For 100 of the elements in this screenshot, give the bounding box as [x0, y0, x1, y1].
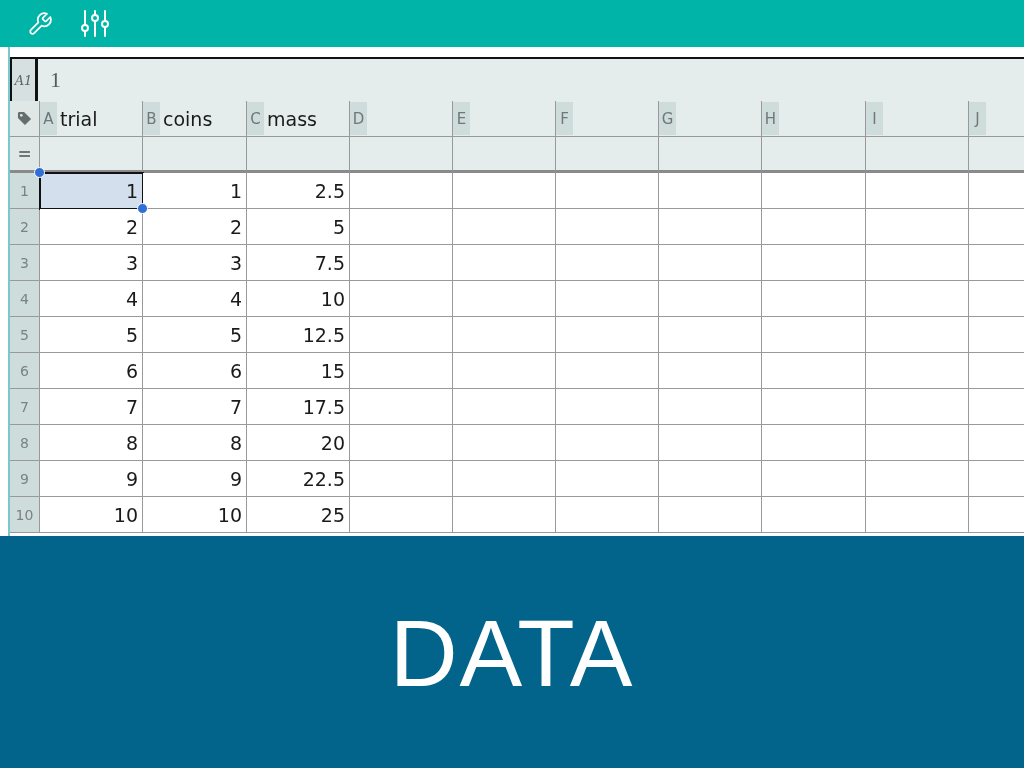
table-cell[interactable]: 4: [40, 281, 143, 317]
table-cell[interactable]: [762, 245, 866, 281]
table-cell[interactable]: [659, 461, 762, 497]
selection-handle[interactable]: [34, 167, 45, 178]
table-cell[interactable]: [762, 281, 866, 317]
table-cell[interactable]: [659, 209, 762, 245]
table-cell[interactable]: [556, 497, 659, 533]
table-cell[interactable]: [762, 353, 866, 389]
table-cell[interactable]: 3: [143, 245, 247, 281]
table-cell[interactable]: 25: [247, 497, 350, 533]
formula-cell[interactable]: [866, 137, 969, 173]
table-cell[interactable]: 10: [40, 497, 143, 533]
table-cell[interactable]: [556, 173, 659, 209]
column-header[interactable]: C mass: [247, 101, 350, 137]
table-cell[interactable]: 5: [143, 317, 247, 353]
table-cell[interactable]: [659, 245, 762, 281]
table-cell[interactable]: 9: [40, 461, 143, 497]
formula-cell[interactable]: [40, 137, 143, 173]
formula-cell[interactable]: [143, 137, 247, 173]
table-cell[interactable]: 7: [40, 389, 143, 425]
table-cell[interactable]: 3: [40, 245, 143, 281]
table-cell[interactable]: [866, 209, 969, 245]
table-cell[interactable]: 8: [143, 425, 247, 461]
table-cell[interactable]: [659, 281, 762, 317]
table-cell[interactable]: [453, 281, 556, 317]
table-cell[interactable]: 5: [247, 209, 350, 245]
table-cell[interactable]: [659, 389, 762, 425]
table-cell[interactable]: [659, 353, 762, 389]
table-cell[interactable]: [762, 461, 866, 497]
adjustments-button[interactable]: [81, 10, 109, 37]
table-cell[interactable]: [350, 317, 453, 353]
table-cell[interactable]: [762, 389, 866, 425]
table-cell[interactable]: [556, 389, 659, 425]
table-cell[interactable]: [453, 209, 556, 245]
table-cell[interactable]: 12.5: [247, 317, 350, 353]
formula-cell[interactable]: [453, 137, 556, 173]
table-cell[interactable]: [350, 461, 453, 497]
table-cell[interactable]: [350, 353, 453, 389]
table-cell[interactable]: 7.5: [247, 245, 350, 281]
table-cell[interactable]: [556, 425, 659, 461]
table-cell[interactable]: 2.5: [247, 173, 350, 209]
table-cell[interactable]: [453, 245, 556, 281]
table-cell[interactable]: 17.5: [247, 389, 350, 425]
table-cell[interactable]: [659, 425, 762, 461]
table-cell[interactable]: [659, 317, 762, 353]
table-cell[interactable]: [453, 173, 556, 209]
table-cell[interactable]: [556, 461, 659, 497]
table-cell[interactable]: [762, 209, 866, 245]
formula-cell[interactable]: [247, 137, 350, 173]
table-cell[interactable]: 6: [40, 353, 143, 389]
table-cell[interactable]: [866, 245, 969, 281]
table-cell[interactable]: [866, 497, 969, 533]
table-cell[interactable]: [453, 461, 556, 497]
table-cell[interactable]: 15: [247, 353, 350, 389]
table-cell[interactable]: [350, 281, 453, 317]
formula-input[interactable]: 1: [38, 59, 73, 101]
column-header[interactable]: B coins: [143, 101, 247, 137]
table-cell[interactable]: [350, 209, 453, 245]
table-cell[interactable]: 8: [40, 425, 143, 461]
table-cell[interactable]: [762, 425, 866, 461]
table-cell[interactable]: [350, 389, 453, 425]
table-cell[interactable]: [866, 389, 969, 425]
formula-cell[interactable]: [762, 137, 866, 173]
formula-cell[interactable]: [659, 137, 762, 173]
table-cell[interactable]: [762, 317, 866, 353]
table-cell[interactable]: [556, 317, 659, 353]
table-cell[interactable]: [866, 425, 969, 461]
table-cell[interactable]: 10: [247, 281, 350, 317]
table-cell[interactable]: [453, 317, 556, 353]
table-cell[interactable]: [866, 461, 969, 497]
formula-cell[interactable]: [350, 137, 453, 173]
table-cell[interactable]: [350, 245, 453, 281]
table-cell[interactable]: [556, 245, 659, 281]
table-cell[interactable]: [453, 389, 556, 425]
table-cell[interactable]: [453, 497, 556, 533]
table-cell[interactable]: 7: [143, 389, 247, 425]
table-cell[interactable]: 22.5: [247, 461, 350, 497]
table-cell[interactable]: 10: [143, 497, 247, 533]
table-cell[interactable]: 5: [40, 317, 143, 353]
table-cell[interactable]: [866, 173, 969, 209]
table-cell[interactable]: [762, 497, 866, 533]
formula-cell[interactable]: [556, 137, 659, 173]
formula-cell[interactable]: [969, 137, 1024, 173]
table-cell[interactable]: [350, 425, 453, 461]
settings-button[interactable]: [27, 10, 53, 37]
column-header[interactable]: A trial: [40, 101, 143, 137]
table-cell[interactable]: 6: [143, 353, 247, 389]
table-cell[interactable]: [556, 353, 659, 389]
table-cell[interactable]: 9: [143, 461, 247, 497]
table-cell[interactable]: [866, 281, 969, 317]
table-cell[interactable]: [556, 209, 659, 245]
table-cell[interactable]: 2: [143, 209, 247, 245]
table-cell[interactable]: [453, 353, 556, 389]
table-cell[interactable]: [762, 173, 866, 209]
table-cell[interactable]: [453, 425, 556, 461]
table-cell[interactable]: [866, 353, 969, 389]
table-cell[interactable]: 20: [247, 425, 350, 461]
table-cell[interactable]: [866, 317, 969, 353]
table-cell[interactable]: 4: [143, 281, 247, 317]
table-cell[interactable]: [350, 497, 453, 533]
